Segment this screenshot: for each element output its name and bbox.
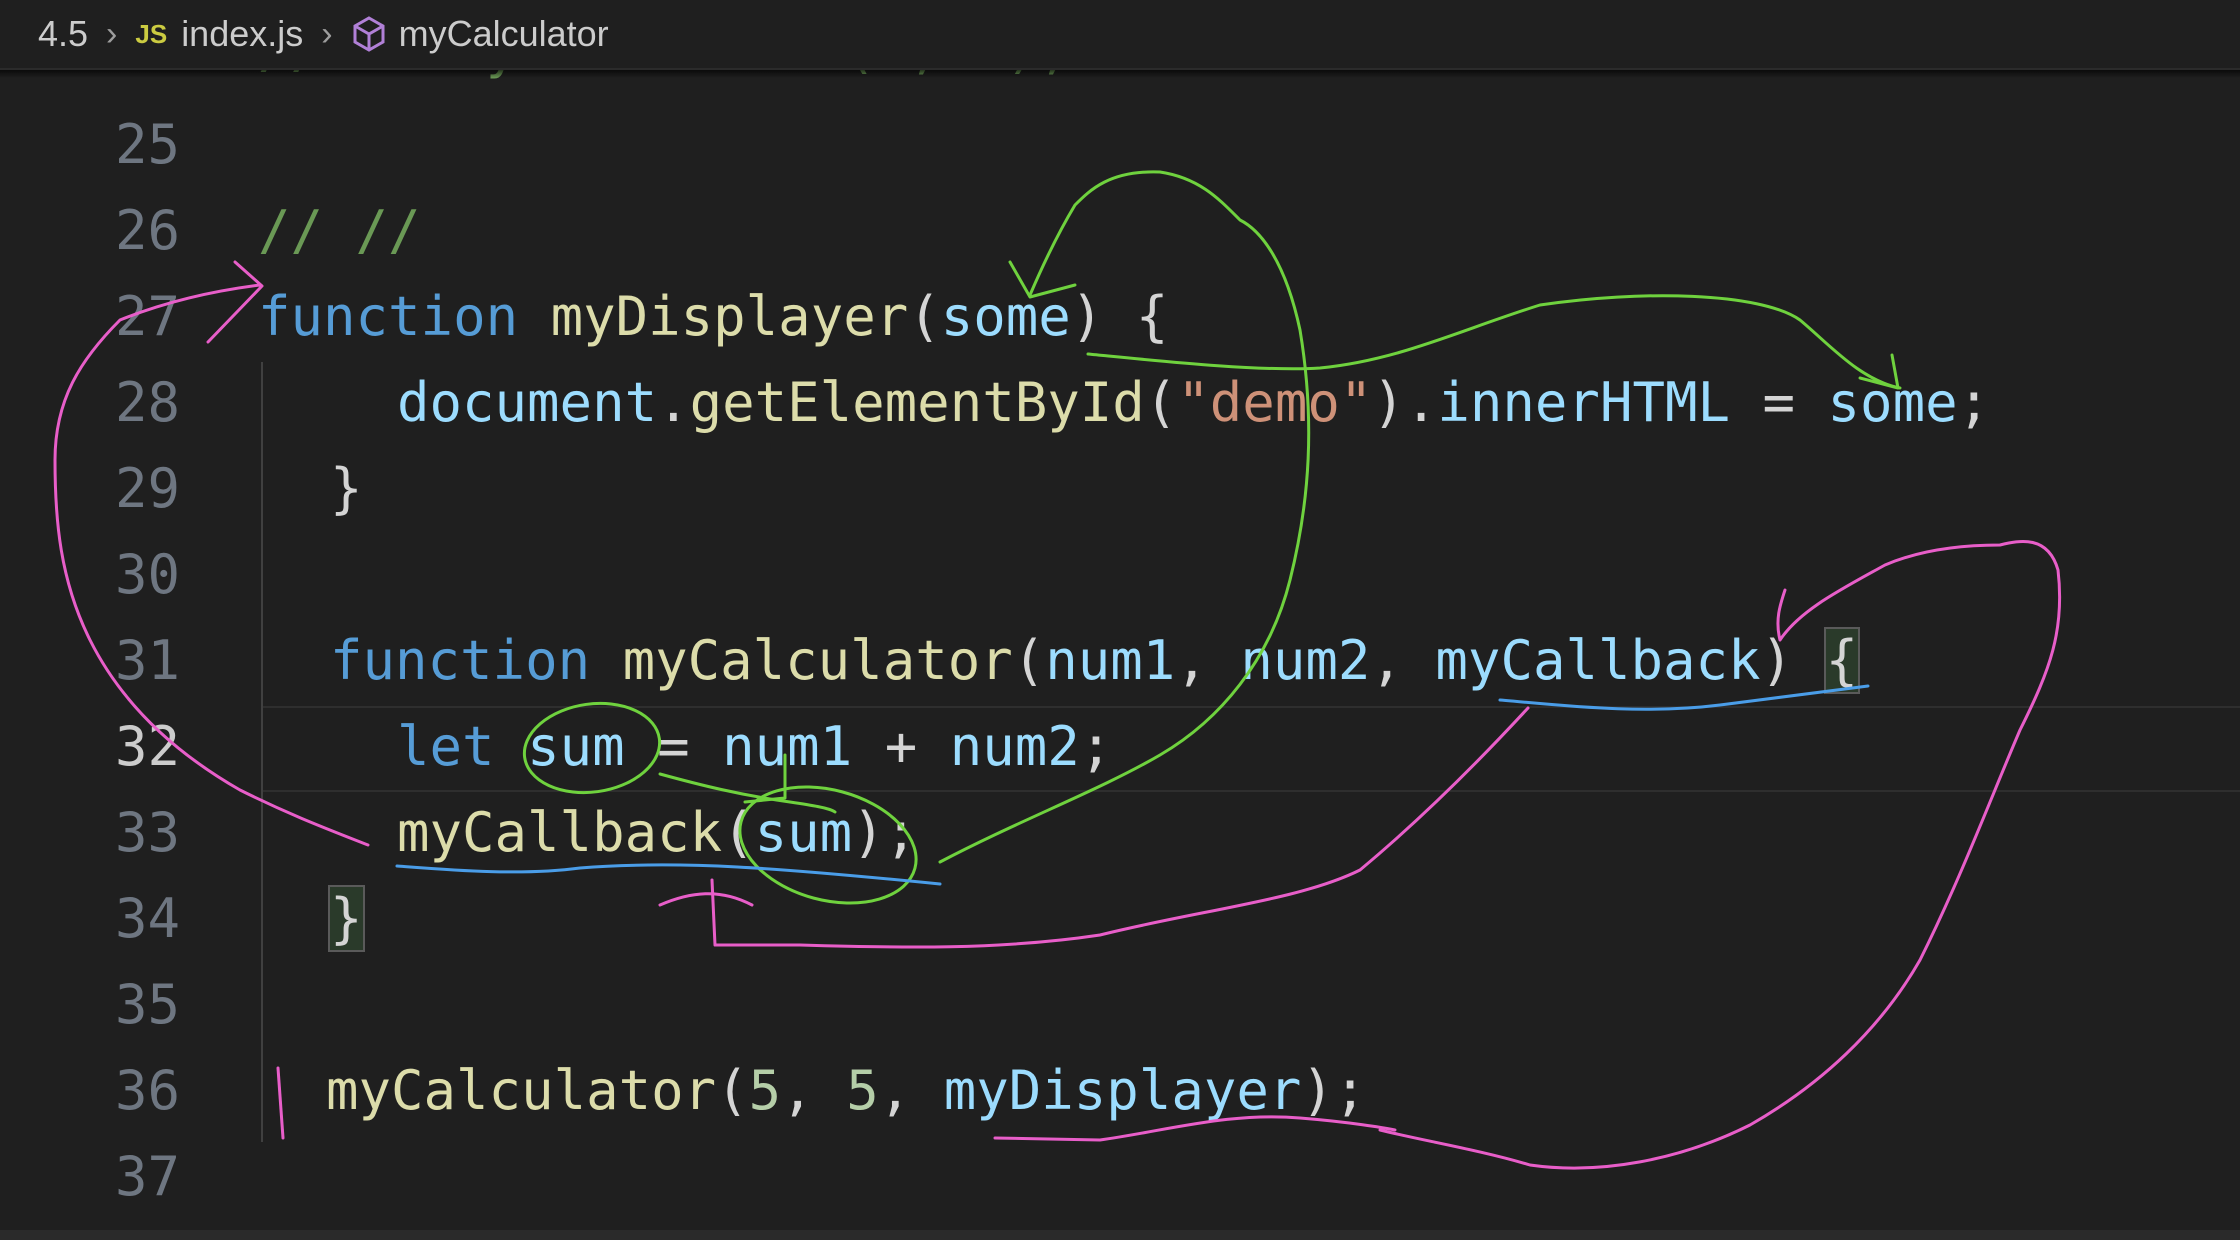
code-line[interactable]: 26 // // [0,188,2240,274]
breadcrumb-symbol[interactable]: myCalculator [399,13,609,55]
variable: sum [527,715,625,778]
comma: , [1370,629,1436,692]
line-number: 29 [114,457,180,520]
line-number: 33 [114,801,180,864]
parameter: num2 [1240,629,1371,692]
line-number: 28 [114,371,180,434]
code-line[interactable]: 25 [0,102,2240,188]
property: innerHTML [1437,371,1730,434]
code-line[interactable]: 36 myCalculator(5, 5, myDisplayer); [0,1048,2240,1134]
semicolon: ; [1957,371,1991,434]
object-document: document [397,371,658,434]
breadcrumb: 4.5 › JS index.js › myCalculator [0,0,2240,70]
line-number: 30 [114,543,180,606]
paren-open: ( [1144,371,1178,434]
function-call: myCalculator [326,1059,717,1122]
comma: , [878,1059,944,1122]
paren-close: ) { [1070,285,1169,348]
breadcrumb-folder[interactable]: 4.5 [38,13,88,55]
variable: num2 [949,715,1080,778]
line-code: function myCalculator(num1, num2, myCall… [330,618,1861,704]
horizontal-scrollbar[interactable] [0,1230,2240,1240]
paren-close: ) [1760,629,1826,692]
javascript-file-icon: JS [135,18,168,49]
code-line[interactable]: 33 myCallback(sum); [0,790,2240,876]
breadcrumb-file[interactable]: index.js [181,13,303,55]
chevron-right-icon: › [106,14,118,53]
line-code: function myDisplayer(some) { [258,274,1168,360]
number-literal: 5 [748,1059,782,1122]
variable: some [1827,371,1958,434]
brace-close-matched: } [328,885,365,952]
line-number: 25 [114,113,180,176]
keyword-function: function [330,629,591,692]
keyword-function: function [258,285,519,348]
function-name: myDisplayer [550,285,909,348]
paren-close: ); [1301,1059,1367,1122]
code-line[interactable]: 37 [0,1134,2240,1220]
code-line[interactable]: 29 } [0,446,2240,532]
brace-close: } [330,457,363,520]
scroll-shadow [0,70,2240,78]
comma: , [781,1059,847,1122]
line-code: myCalculator(5, 5, myDisplayer); [326,1048,1366,1134]
keyword-let: let [397,715,495,778]
plus-operator: + [852,715,950,778]
parameter: some [940,285,1071,348]
paren-open: ( [1012,629,1046,692]
line-number: 32 [114,715,180,778]
line-number: 27 [114,285,180,348]
comment: // // [258,199,421,262]
brace-open-matched: { [1823,627,1861,694]
paren-open: ( [908,285,941,348]
comma: , [1175,629,1241,692]
semicolon: ; [1079,715,1113,778]
code-editor[interactable]: 4.5 › JS index.js › myCalculator // myCa… [0,0,2240,1240]
code-line-active[interactable]: 32 let sum = num1 + num2; [0,704,2240,790]
code-line[interactable]: 35 [0,962,2240,1048]
line-code: // // [258,188,421,274]
assign-operator: = [624,715,723,778]
paren-close: ); [852,801,918,864]
function-call: myCallback [397,801,723,864]
code-line[interactable]: 34 } [0,876,2240,962]
argument: sum [754,801,853,864]
line-number: 35 [114,973,180,1036]
parameter: num1 [1045,629,1176,692]
line-code: let sum = num1 + num2; [397,704,1112,790]
line-code: } [330,446,363,532]
function-name: myCalculator [622,629,1013,692]
parameter: myCallback [1435,629,1761,692]
code-line[interactable]: 28 document.getElementById("demo").inner… [0,360,2240,446]
line-number: 37 [114,1145,180,1208]
code-line[interactable]: 27 function myDisplayer(some) { [0,274,2240,360]
dot: . [657,371,690,434]
code-line[interactable]: 30 [0,532,2240,618]
string-literal: "demo" [1177,371,1373,434]
number-literal: 5 [846,1059,879,1122]
symbol-method-icon [351,15,387,53]
line-number: 31 [114,629,180,692]
line-number: 34 [114,887,180,950]
paren-close: ). [1372,371,1438,434]
paren-open: ( [716,1059,749,1122]
paren-open: ( [722,801,755,864]
line-number: 26 [114,199,180,262]
code-line[interactable]: 31 function myCalculator(num1, num2, myC… [0,618,2240,704]
line-code: } [328,876,365,962]
method-name: getElementById [689,371,1145,434]
variable: num1 [722,715,853,778]
argument: myDisplayer [943,1059,1302,1122]
chevron-right-icon: › [321,14,333,53]
line-number: 36 [114,1059,180,1122]
line-code: myCallback(sum); [397,790,917,876]
line-code: document.getElementById("demo").innerHTM… [397,360,1990,446]
assign-operator: = [1730,371,1828,434]
